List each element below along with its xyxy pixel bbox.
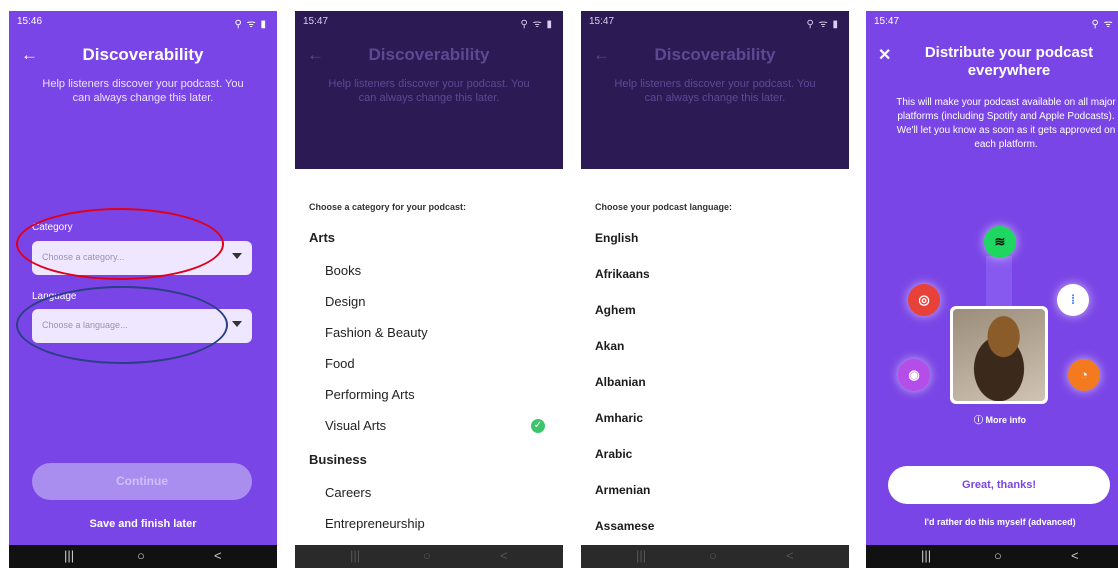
dimmed-header: 15:47 ⚲ ᯤ ▮ ← Discoverability Help liste… (295, 11, 563, 169)
category-item[interactable]: Design (325, 294, 365, 309)
home-button[interactable]: ○ (994, 548, 1002, 563)
recents-button[interactable]: ||| (350, 548, 360, 563)
annotation-ellipse-red (16, 208, 224, 280)
continue-button[interactable]: Continue (32, 463, 252, 500)
page-subtitle: This will make your podcast available on… (896, 97, 1116, 150)
advanced-link[interactable]: I'd rather do this myself (advanced) (866, 517, 1118, 527)
status-time: 15:46 (17, 16, 43, 27)
page-title: Discoverability (654, 45, 776, 64)
close-icon[interactable]: ✕ (878, 45, 891, 65)
great-thanks-button[interactable]: Great, thanks! (888, 466, 1110, 504)
cover-photo (953, 309, 1045, 401)
category-item[interactable]: Entrepreneurship (325, 516, 425, 531)
system-nav-bar: ||| ○ < (9, 545, 277, 568)
system-nav-bar: ||| ○ < (866, 545, 1118, 568)
nav-back-button[interactable]: < (1071, 548, 1079, 563)
more-info-label: More info (985, 415, 1027, 425)
castbox-icon: ◔ (1068, 359, 1100, 391)
page-subtitle: Help listeners discover your podcast. Yo… (42, 78, 244, 104)
nav-back-button[interactable]: < (786, 548, 794, 563)
category-item-selected[interactable]: Visual Arts (325, 418, 386, 433)
status-bar: 15:47 ⚲ ᯤ ▮ (295, 11, 563, 33)
status-time: 15:47 (303, 16, 329, 27)
status-time: 15:47 (874, 16, 900, 27)
language-item[interactable]: Arabic (595, 447, 632, 461)
category-item[interactable]: Careers (325, 485, 371, 500)
system-nav-bar: ||| ○ < (581, 545, 849, 568)
language-item[interactable]: Akan (595, 339, 624, 353)
status-bar: 15:47 ⚲ ᯤ ▮ (581, 11, 849, 33)
system-nav-bar: ||| ○ < (295, 545, 563, 568)
status-icons: ⚲ ᯤ ▮ (806, 19, 839, 30)
more-info-link[interactable]: ⓘ More info (866, 413, 1118, 426)
home-button[interactable]: ○ (137, 548, 145, 563)
pocket-casts-icon: ◎ (908, 284, 940, 316)
category-group: Business (309, 452, 367, 467)
recents-button[interactable]: ||| (64, 548, 74, 563)
recents-button[interactable]: ||| (636, 548, 646, 563)
category-list-header: Choose a category for your podcast: (309, 202, 467, 212)
language-item[interactable]: Amharic (595, 411, 643, 425)
save-later-link[interactable]: Save and finish later (9, 518, 277, 530)
language-item[interactable]: Armenian (595, 483, 650, 497)
category-group: Arts (309, 230, 336, 245)
language-item[interactable]: Aghem (595, 303, 636, 317)
screen-discoverability: 15:46 ⚲ ᯤ ▮ ← Discoverability Help liste… (9, 11, 277, 568)
nav-back-button[interactable]: < (500, 548, 508, 563)
page-title: Discoverability (368, 45, 490, 64)
home-button[interactable]: ○ (423, 548, 431, 563)
annotation-ellipse-blue (16, 286, 228, 364)
category-item[interactable]: Food (325, 356, 355, 371)
page-subtitle: Help listeners discover your podcast. Yo… (614, 78, 816, 104)
screen-distribute: 15:47 ⚲ ᯤ ▮ ✕ Distribute your podcast ev… (866, 11, 1118, 568)
caret-down-icon (232, 321, 242, 327)
status-time: 15:47 (589, 16, 615, 27)
category-item[interactable]: Fashion & Beauty (325, 325, 428, 340)
category-item[interactable]: Performing Arts (325, 387, 415, 402)
page-title: Discoverability (82, 45, 204, 64)
page-subtitle: Help listeners discover your podcast. Yo… (328, 78, 530, 104)
apple-podcasts-icon: ◉ (898, 359, 930, 391)
page-title: Distribute your podcast everywhere (924, 44, 1094, 79)
language-item[interactable]: Afrikaans (595, 267, 650, 281)
language-list-header: Choose your podcast language: (595, 202, 733, 212)
language-item[interactable]: Assamese (595, 519, 654, 533)
status-bar: 15:46 ⚲ ᯤ ▮ (9, 11, 277, 33)
beam (986, 256, 1012, 311)
status-icons: ⚲ ᯤ ▮ (520, 19, 553, 30)
check-icon: ✓ (531, 419, 545, 433)
home-button[interactable]: ○ (709, 548, 717, 563)
screen-language-picker: 15:47 ⚲ ᯤ ▮ ← Discoverability Help liste… (581, 11, 849, 568)
status-icons: ⚲ ᯤ ▮ (1091, 19, 1118, 30)
recents-button[interactable]: ||| (921, 548, 931, 563)
status-bar: 15:47 ⚲ ᯤ ▮ (866, 11, 1118, 33)
language-item[interactable]: English (595, 231, 638, 245)
info-icon: ⓘ (973, 415, 986, 425)
dimmed-header: 15:47 ⚲ ᯤ ▮ ← Discoverability Help liste… (581, 11, 849, 169)
google-podcasts-icon: ⁞ (1057, 284, 1089, 316)
podcast-cover (950, 306, 1048, 404)
screen-category-picker: 15:47 ⚲ ᯤ ▮ ← Discoverability Help liste… (295, 11, 563, 568)
category-item[interactable]: Books (325, 263, 361, 278)
language-item[interactable]: Albanian (595, 375, 646, 389)
nav-back-button[interactable]: < (214, 548, 222, 563)
caret-down-icon (232, 253, 242, 259)
spotify-icon: ≋ (984, 226, 1016, 258)
status-icons: ⚲ ᯤ ▮ (234, 19, 267, 30)
